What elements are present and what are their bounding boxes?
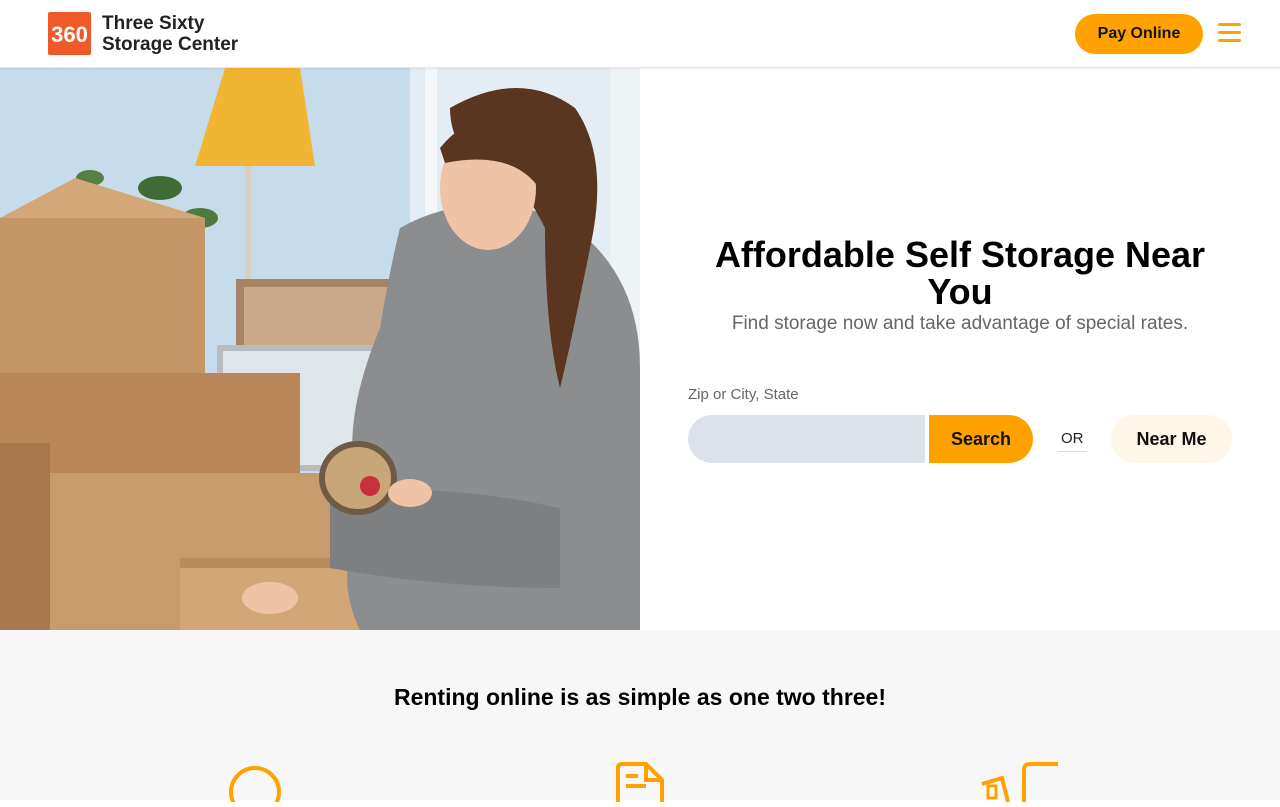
brand-name: Three Sixty Storage Center	[102, 13, 238, 55]
near-me-button[interactable]: Near Me	[1111, 415, 1232, 463]
search-icon	[228, 762, 288, 807]
steps-section: Renting online is as simple as one two t…	[0, 630, 1280, 807]
search-label: Zip or City, State	[688, 386, 799, 403]
pay-online-button[interactable]: Pay Online	[1075, 14, 1203, 54]
moving-boxes-icon	[980, 762, 1062, 807]
search-button[interactable]: Search	[929, 415, 1033, 463]
svg-text:360: 360	[51, 22, 88, 47]
logo[interactable]: 360 Three Sixty Storage Center	[48, 12, 238, 55]
hero-image	[0, 68, 640, 630]
or-divider: OR	[1058, 430, 1087, 452]
site-header: 360 Three Sixty Storage Center Pay Onlin…	[0, 0, 1280, 68]
search-input[interactable]	[688, 415, 925, 463]
logo-mark-icon: 360	[48, 12, 91, 55]
hero-title: Affordable Self Storage Near You	[714, 234, 1206, 312]
hamburger-icon[interactable]	[1218, 23, 1241, 43]
steps-title: Renting online is as simple as one two t…	[393, 684, 887, 710]
hero-content: Affordable Self Storage Near You Find st…	[640, 68, 1280, 630]
hero-subtitle: Find storage now and take advantage of s…	[731, 313, 1189, 334]
brand-line-2: Storage Center	[102, 33, 239, 55]
brand-line-1: Three Sixty	[102, 12, 205, 34]
document-icon	[614, 762, 666, 807]
